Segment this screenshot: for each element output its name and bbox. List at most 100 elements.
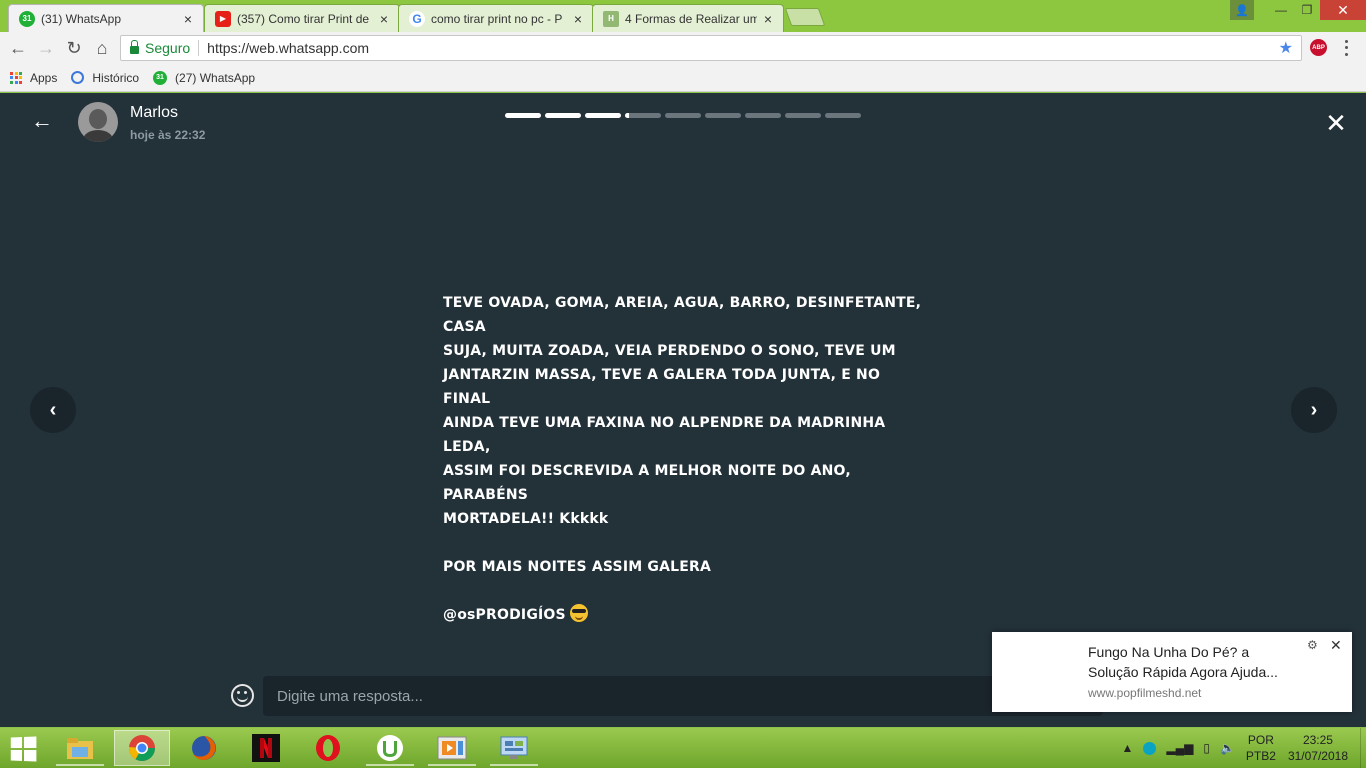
- push-notification[interactable]: Fungo Na Unha Do Pé? a Solução Rápida Ag…: [992, 632, 1352, 712]
- emoji-picker-icon[interactable]: [231, 684, 254, 707]
- previous-status-button[interactable]: ‹: [30, 387, 76, 433]
- language-indicator[interactable]: POR PTB2: [1246, 732, 1276, 764]
- close-window-button[interactable]: ✕: [1320, 0, 1366, 20]
- browser-toolbar: ← → ↻ ⌂ Seguro https://web.whatsapp.com …: [0, 32, 1366, 64]
- profile-icon[interactable]: 👤: [1230, 0, 1254, 20]
- clock-time: 23:25: [1302, 733, 1333, 747]
- chevron-up-icon[interactable]: ▲: [1122, 741, 1134, 755]
- bookmark-label: Histórico: [92, 70, 140, 85]
- whatsapp-icon: 31: [19, 10, 35, 27]
- network-app-icon[interactable]: [1143, 741, 1157, 755]
- reply-input[interactable]: [277, 687, 977, 705]
- progress-segment: [825, 113, 861, 118]
- bookmark-star-icon[interactable]: ★: [1279, 38, 1293, 58]
- next-status-button[interactable]: ›: [1291, 387, 1337, 433]
- chrome-icon[interactable]: [114, 730, 170, 766]
- signal-icon[interactable]: ▂▄▆: [1166, 741, 1193, 755]
- close-tab-icon[interactable]: ×: [181, 11, 195, 27]
- media-player-icon[interactable]: [424, 730, 480, 766]
- utorrent-icon[interactable]: [362, 730, 418, 766]
- taskbar: ▲ ▂▄▆ ▯ 🔈 POR PTB2 23:25 31/07/2018: [0, 728, 1366, 768]
- progress-segment: [585, 113, 621, 118]
- close-tab-icon[interactable]: ×: [377, 11, 391, 27]
- reload-button[interactable]: ↻: [64, 38, 84, 58]
- progress-segment: [705, 113, 741, 118]
- new-tab-button[interactable]: [784, 8, 826, 26]
- status-progress-bar: [505, 113, 861, 118]
- control-panel-icon[interactable]: [486, 730, 542, 766]
- close-icon[interactable]: ✕: [1330, 637, 1342, 654]
- tab-label: como tirar print no pc - P: [431, 11, 563, 26]
- netflix-icon[interactable]: [238, 730, 294, 766]
- divider: [198, 40, 200, 56]
- tab-wikihow[interactable]: H 4 Formas de Realizar uma ×: [592, 4, 784, 32]
- battery-icon[interactable]: ▯: [1203, 741, 1210, 755]
- status-signature-line: @osPRODIGÍOS: [443, 603, 923, 627]
- tab-label: (357) Como tirar Print de: [237, 11, 370, 26]
- notification-source: www.popfilmeshd.net: [1088, 686, 1202, 700]
- clock-date: 31/07/2018: [1287, 749, 1348, 763]
- progress-segment: [745, 113, 781, 118]
- minimize-button[interactable]: —: [1268, 0, 1294, 20]
- avatar[interactable]: [78, 102, 118, 142]
- tab-google-search[interactable]: G como tirar print no pc - P ×: [398, 4, 594, 32]
- close-tab-icon[interactable]: ×: [761, 11, 775, 27]
- tab-label: (31) WhatsApp: [41, 11, 122, 26]
- back-arrow-icon[interactable]: ←: [30, 109, 54, 133]
- close-tab-icon[interactable]: ×: [571, 11, 585, 27]
- tab-label: 4 Formas de Realizar uma: [625, 11, 757, 26]
- opera-icon[interactable]: [300, 730, 356, 766]
- status-timestamp: hoje às 22:32: [130, 128, 206, 142]
- clock[interactable]: 23:25 31/07/2018: [1288, 732, 1348, 764]
- progress-segment: [665, 113, 701, 118]
- status-paragraph: POR MAIS NOITES ASSIM GALERA: [443, 559, 712, 575]
- bookmark-whatsapp[interactable]: 31 (27) WhatsApp: [153, 70, 256, 85]
- language-code: POR: [1247, 733, 1274, 747]
- lock-icon: [130, 40, 139, 54]
- firefox-icon[interactable]: [176, 730, 232, 766]
- show-desktop-button[interactable]: [1360, 728, 1366, 768]
- keyboard-layout: PTB2: [1245, 749, 1276, 763]
- notification-title: Fungo Na Unha Do Pé? a Solução Rápida Ag…: [1088, 644, 1278, 680]
- browser-menu-icon[interactable]: [1340, 38, 1352, 58]
- sunglasses-emoji-icon: [569, 604, 588, 622]
- back-button[interactable]: ←: [8, 38, 28, 58]
- system-tray: ▲ ▂▄▆ ▯ 🔈 POR PTB2 23:25 31/07/2018: [1117, 728, 1366, 768]
- google-icon: G: [409, 10, 425, 27]
- progress-segment: [625, 113, 661, 118]
- progress-segment: [545, 113, 581, 118]
- bookmark-label: (27) WhatsApp: [175, 70, 256, 85]
- progress-segment: [505, 113, 541, 118]
- status-signature: @osPRODIGÍOS: [443, 607, 566, 623]
- bookmark-label: Apps: [30, 70, 58, 85]
- history-icon: [71, 71, 85, 84]
- tab-whatsapp[interactable]: 31 (31) WhatsApp ×: [8, 4, 204, 32]
- apps-grid-icon: [10, 71, 22, 84]
- progress-segment: [785, 113, 821, 118]
- adblock-plus-icon[interactable]: ABP: [1310, 39, 1327, 56]
- whatsapp-icon: 31: [153, 70, 168, 85]
- address-bar[interactable]: Seguro https://web.whatsapp.com ★: [120, 35, 1302, 61]
- gear-icon[interactable]: ⚙: [1307, 638, 1318, 652]
- wikihow-icon: H: [603, 10, 619, 27]
- reply-bar: [263, 676, 1103, 716]
- bookmarks-bar: Apps Histórico 31 (27) WhatsApp: [0, 64, 1366, 92]
- restore-button[interactable]: ❐: [1294, 0, 1320, 20]
- youtube-icon: ▶: [215, 10, 231, 27]
- window-controls: 👤 — ❐ ✕: [1230, 0, 1366, 20]
- volume-icon[interactable]: 🔈: [1220, 741, 1235, 755]
- status-paragraph: TEVE OVADA, GOMA, AREIA, AGUA, BARRO, DE…: [443, 295, 922, 527]
- browser-tab-strip: 31 (31) WhatsApp × ▶ (357) Como tirar Pr…: [0, 0, 1366, 32]
- forward-button[interactable]: →: [36, 38, 56, 58]
- start-button[interactable]: [10, 736, 39, 762]
- bookmark-history[interactable]: Histórico: [71, 71, 139, 85]
- file-explorer-icon[interactable]: [52, 730, 108, 766]
- contact-name: Marlos: [130, 104, 179, 121]
- close-icon[interactable]: ✕: [1322, 109, 1350, 137]
- secure-label: Seguro: [145, 40, 191, 56]
- status-text: TEVE OVADA, GOMA, AREIA, AGUA, BARRO, DE…: [443, 291, 923, 651]
- bookmark-apps[interactable]: Apps: [10, 71, 57, 85]
- tab-youtube[interactable]: ▶ (357) Como tirar Print de ×: [204, 4, 400, 32]
- home-button[interactable]: ⌂: [92, 38, 112, 58]
- url-text[interactable]: https://web.whatsapp.com: [207, 40, 1279, 56]
